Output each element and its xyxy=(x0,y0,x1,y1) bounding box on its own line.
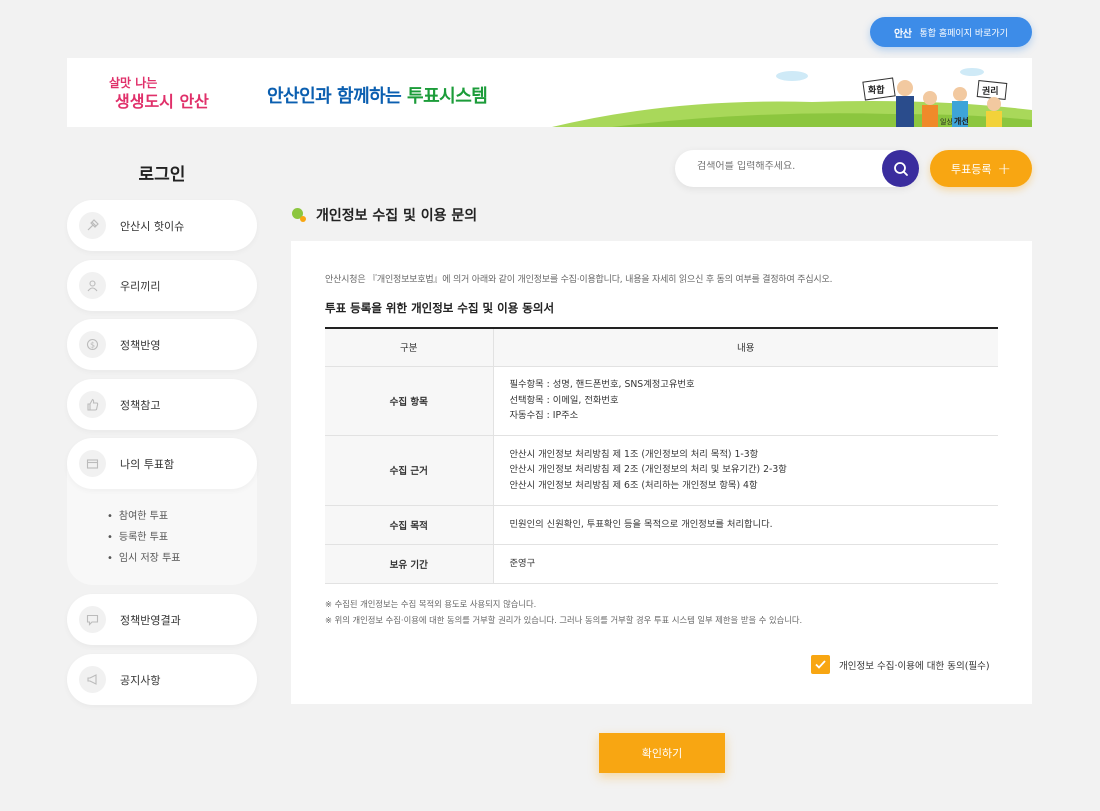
sidebar-sub-list: 참여한 투표 등록한 투표 임시 저장 투표 xyxy=(107,510,181,573)
sidebar-sub-item-registered[interactable]: 등록한 투표 xyxy=(107,531,180,552)
table-line: 선택항목 : 이메일, 전화번호 xyxy=(509,394,619,406)
portal-home-label: 통합 홈페이지 바로가기 xyxy=(919,28,1008,39)
table-header-row: 구분 내용 xyxy=(325,328,998,367)
agreement-title: 투표 등록을 위한 개인정보 수집 및 이용 동의서 xyxy=(325,301,555,315)
table-line: 민원인의 신원확인, 투표확인 등을 목적으로 개인정보를 처리합니다. xyxy=(509,518,773,530)
table-line: 자동수집 : IP주소 xyxy=(509,410,579,422)
table-line: 안산시 개인정보 처리방침 제 2조 (개인정보의 처리 및 보유기간) 2-3… xyxy=(509,464,787,476)
sidebar-item-policy-reflect[interactable]: $ 정책반영 xyxy=(67,319,257,370)
login-link[interactable]: 로그인 xyxy=(67,160,257,185)
table-row-key: 수집 목적 xyxy=(325,505,494,545)
search-icon xyxy=(893,161,908,176)
sign-improve: 개선 xyxy=(954,116,969,126)
hammer-icon xyxy=(79,212,106,239)
chat-icon xyxy=(79,606,106,633)
sidebar-item-notices[interactable]: 공지사항 xyxy=(67,654,257,705)
sign-harmony: 화합 xyxy=(868,84,885,96)
table-line: 안산시 개인정보 처리방침 제 1조 (개인정보의 처리 목적) 1-3항 xyxy=(509,448,759,460)
register-vote-label: 투표등록 xyxy=(951,162,992,176)
title-dots-icon xyxy=(292,207,310,223)
table-line: 필수항목 : 성명, 핸드폰번호, SNS계정고유번호 xyxy=(509,379,695,391)
city-logo-top: 살맛 나는 xyxy=(109,75,157,90)
city-logo-bottom: 생생도시 안산 xyxy=(115,92,209,111)
table-row-key: 수집 근거 xyxy=(325,435,494,506)
consent-row: 개인정보 수집·이용에 대한 동의(필수) xyxy=(811,655,990,674)
check-icon xyxy=(815,660,826,669)
table-line: 안산시 개인정보 처리방침 제 6조 (처리하는 개인정보 항목) 4항 xyxy=(509,479,758,491)
sidebar-item-hot-issue[interactable]: 안산시 핫이슈 xyxy=(67,200,257,251)
sidebar-item-label: 나의 투표함 xyxy=(120,457,175,471)
sidebar-group-my-votes: 나의 투표함 참여한 투표 등록한 투표 임시 저장 투표 xyxy=(67,438,257,585)
sidebar-sub-item-draft[interactable]: 임시 저장 투표 xyxy=(107,552,181,573)
register-vote-button[interactable]: 투표등록 + xyxy=(930,150,1032,187)
table-header-category: 구분 xyxy=(325,328,494,367)
sidebar-item-our-own[interactable]: 우리끼리 xyxy=(67,260,257,311)
sidebar-item-label: 정책반영 xyxy=(120,338,161,352)
notes: ※ 수집된 개인정보는 수집 목적외 용도로 사용되지 않습니다. ※ 위의 개… xyxy=(325,596,802,628)
banner-illustration: 화합 일상 개선 권리 xyxy=(552,68,1032,127)
portal-logo: 안산 xyxy=(894,28,912,40)
person-icon xyxy=(79,272,106,299)
table-row-value: 필수항목 : 성명, 핸드폰번호, SNS계정고유번호 선택항목 : 이메일, … xyxy=(493,366,998,436)
table-line: 준영구 xyxy=(509,557,536,569)
table-row: 보유 기간 준영구 xyxy=(325,544,998,584)
note-line: ※ 수집된 개인정보는 수집 목적외 용도로 사용되지 않습니다. xyxy=(325,599,537,609)
box-icon xyxy=(79,450,106,477)
svg-text:$: $ xyxy=(90,341,95,350)
sidebar-item-policy-results[interactable]: 정책반영결과 xyxy=(67,594,257,645)
banner-title-prefix: 안산인과 함께하는 xyxy=(267,86,408,107)
table-row-value: 준영구 xyxy=(493,544,998,584)
table-row-value: 민원인의 신원확인, 투표확인 등을 목적으로 개인정보를 처리합니다. xyxy=(493,505,998,545)
banner-title: 안산인과 함께하는 투표시스템 xyxy=(267,82,488,108)
sign-daily: 일상 xyxy=(940,117,953,126)
sidebar-item-label: 우리끼리 xyxy=(120,279,161,293)
sidebar-item-label: 공지사항 xyxy=(120,673,161,687)
table-header-content: 내용 xyxy=(493,328,998,367)
dollar-icon: $ xyxy=(79,331,106,358)
search-button[interactable] xyxy=(882,150,919,187)
search-input[interactable] xyxy=(697,161,877,172)
megaphone-icon xyxy=(79,666,106,693)
section-title-text: 개인정보 수집 및 이용 문의 xyxy=(316,208,478,224)
consent-label[interactable]: 개인정보 수집·이용에 대한 동의(필수) xyxy=(839,658,990,672)
intro-text: 안산시청은 『개인정보보호법』에 의거 아래와 같이 개인정보를 수집·이용합니… xyxy=(325,275,833,285)
sidebar-item-policy-reference[interactable]: 정책참고 xyxy=(67,379,257,430)
city-logo[interactable]: 살맛 나는 생생도시 안산 xyxy=(105,72,225,112)
sidebar-sub-item-participated[interactable]: 참여한 투표 xyxy=(107,510,180,531)
table-row: 수집 근거 안산시 개인정보 처리방침 제 1조 (개인정보의 처리 목적) 1… xyxy=(325,435,998,506)
plus-icon: + xyxy=(997,158,1011,178)
privacy-table: 구분 내용 수집 항목 필수항목 : 성명, 핸드폰번호, SNS계정고유번호 … xyxy=(325,327,998,584)
consent-checkbox[interactable] xyxy=(811,655,830,674)
table-row-key: 수집 항목 xyxy=(325,366,494,436)
portal-home-button[interactable]: 안산 통합 홈페이지 바로가기 xyxy=(870,17,1032,47)
table-row: 수집 목적 민원인의 신원확인, 투표확인 등을 목적으로 개인정보를 처리합니… xyxy=(325,505,998,545)
content-panel: 안산시청은 『개인정보보호법』에 의거 아래와 같이 개인정보를 수집·이용합니… xyxy=(291,241,1032,704)
table-row-value: 안산시 개인정보 처리방침 제 1조 (개인정보의 처리 목적) 1-3항 안산… xyxy=(493,435,998,506)
sidebar-item-my-votes[interactable]: 나의 투표함 xyxy=(67,438,257,489)
confirm-button[interactable]: 확인하기 xyxy=(599,733,725,773)
sign-rights: 권리 xyxy=(982,85,999,97)
sidebar-item-label: 정책반영결과 xyxy=(120,613,181,627)
table-row: 수집 항목 필수항목 : 성명, 핸드폰번호, SNS계정고유번호 선택항목 :… xyxy=(325,366,998,436)
section-title: 개인정보 수집 및 이용 문의 xyxy=(292,205,477,225)
banner: 살맛 나는 생생도시 안산 안산인과 함께하는 투표시스템 화합 일상 개선 권… xyxy=(67,58,1032,127)
table-row-key: 보유 기간 xyxy=(325,544,494,584)
thumbs-up-icon xyxy=(79,391,106,418)
sidebar-item-label: 정책참고 xyxy=(120,398,161,412)
banner-title-highlight: 투표시스템 xyxy=(407,86,488,107)
note-line: ※ 위의 개인정보 수집·이용에 대한 동의를 거부할 권리가 있습니다. 그러… xyxy=(325,615,803,625)
sidebar-item-label: 안산시 핫이슈 xyxy=(120,219,185,233)
